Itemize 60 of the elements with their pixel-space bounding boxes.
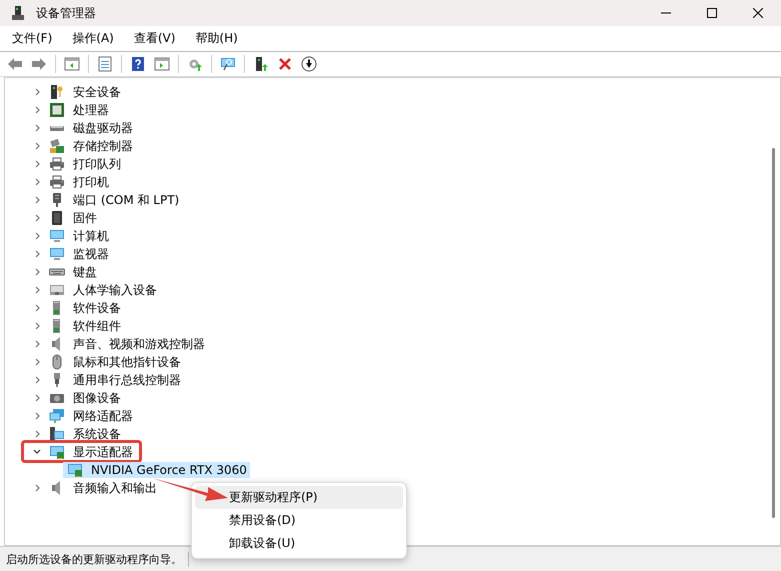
tower-key-icon [49,84,65,100]
tree-item[interactable]: 软件组件 [70,316,124,336]
maximize-icon [707,8,717,18]
tree-item[interactable]: 图像设备 [70,388,124,408]
tree-item[interactable]: 音频输入和输出 [70,478,160,498]
context-menu-item[interactable]: 更新驱动程序(P) [195,486,403,509]
tree-item[interactable]: 网络适配器 [70,406,136,426]
close-icon [753,8,763,18]
window-title: 设备管理器 [36,4,97,22]
app-device-icon [10,5,26,21]
download-circle-icon [301,56,317,72]
network-monitors-icon [49,408,65,424]
tree-item[interactable]: 声音、视频和游戏控制器 [70,334,208,354]
tree-item[interactable]: 鼠标和其他指针设备 [70,352,184,372]
firmware-chip-icon [49,210,65,226]
tree-item[interactable]: 通用串行总线控制器 [70,370,184,390]
device-add-icon [253,56,269,72]
search-monitor-icon [220,56,236,72]
tree-item[interactable]: 人体学输入设备 [70,280,160,300]
tree-item[interactable]: 软件设备 [70,298,124,318]
status-text: 启动所选设备的更新驱动程序向导。 [0,552,189,566]
display-adapter-icon [49,444,65,460]
menu-item[interactable]: 操作(A) [66,28,120,49]
processor-icon [49,102,65,118]
tree-item[interactable]: 系统设备 [70,424,124,444]
display-adapter-icon [67,462,83,478]
tree-item[interactable]: 固件 [70,208,100,228]
tree-item[interactable]: 存储控制器 [70,136,136,156]
close-x-icon [277,56,293,72]
menu-item[interactable]: 文件(F) [6,28,58,49]
input-device-icon [49,282,65,298]
monitor-icon [49,228,65,244]
tree-item[interactable]: 打印机 [70,172,112,192]
tree-item[interactable]: 打印队列 [70,154,124,174]
menu-item[interactable]: 帮助(H) [189,28,244,49]
menu-item[interactable]: 查看(V) [128,28,182,49]
printer-icon [49,156,65,172]
properties-sheet-icon [97,56,113,72]
tree-item[interactable]: 磁盘驱动器 [70,118,136,138]
back-arrow-icon [7,56,23,72]
tree-item[interactable]: 处理器 [70,100,112,120]
tree-item[interactable]: 端口 (COM 和 LPT) [70,190,182,210]
context-menu-item[interactable]: 卸载设备(U) [195,532,403,555]
context-menu-item[interactable]: 禁用设备(D) [195,509,403,532]
help-question-icon [130,56,146,72]
tree-item[interactable]: 显示适配器 [70,442,136,462]
tree-item[interactable]: 键盘 [70,262,100,282]
tree-item[interactable]: 监视器 [70,244,112,264]
tree-item[interactable]: 计算机 [70,226,112,246]
printer-icon [49,174,65,190]
storage-controller-icon [49,138,65,154]
panel-window-icon [64,56,80,72]
monitor-icon [49,246,65,262]
forward-arrow-icon [31,56,47,72]
toolbar-button[interactable] [299,55,319,73]
system-device-icon [49,426,65,442]
tree-item[interactable]: 安全设备 [70,82,124,102]
tree-item[interactable]: NVIDIA GeForce RTX 3060 [88,462,250,478]
scrollbar-thumb[interactable] [772,148,774,518]
panel-window-icon [154,56,170,72]
